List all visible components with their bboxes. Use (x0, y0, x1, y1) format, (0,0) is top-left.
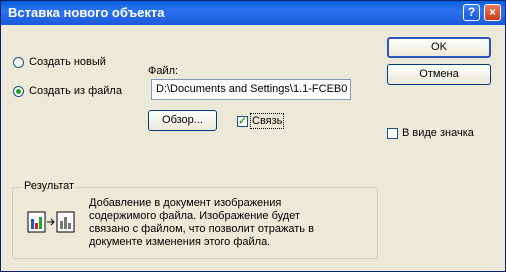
result-group-label: Результат (21, 180, 78, 192)
checkmark-icon: ✓ (237, 115, 248, 127)
radio-selected-icon (13, 85, 24, 97)
as-icon-checkbox[interactable]: В виде значка (387, 127, 474, 139)
radio-create-new-label: Создать новый (29, 56, 106, 68)
radio-create-from-file[interactable]: Создать из файла (13, 85, 122, 97)
title-bar[interactable]: Вставка нового объекта ? × (1, 1, 505, 25)
browse-button[interactable]: Обзор... (148, 110, 217, 131)
linked-object-icon (27, 211, 75, 233)
window-title: Вставка нового объекта (8, 5, 165, 20)
cancel-button[interactable]: Отмена (387, 64, 491, 85)
file-label: Файл: (148, 65, 179, 77)
result-description: Добавление в документ изображения содерж… (89, 197, 314, 248)
radio-create-new[interactable]: Создать новый (13, 56, 106, 68)
checkbox-empty-icon (387, 127, 398, 139)
dialog-window: Вставка нового объекта ? × Создать новый… (0, 0, 506, 272)
ok-button[interactable]: OK (387, 37, 491, 58)
close-button[interactable]: × (484, 4, 501, 21)
link-checkbox[interactable]: ✓ Связь (237, 113, 285, 129)
radio-circle-icon (13, 56, 24, 68)
file-path-field[interactable]: D:\Documents and Settings\1.1-FCEB0 (151, 79, 351, 100)
as-icon-checkbox-label: В виде значка (402, 127, 474, 139)
radio-create-from-file-label: Создать из файла (29, 85, 122, 97)
link-checkbox-label: Связь (249, 113, 285, 129)
help-button[interactable]: ? (463, 4, 480, 21)
